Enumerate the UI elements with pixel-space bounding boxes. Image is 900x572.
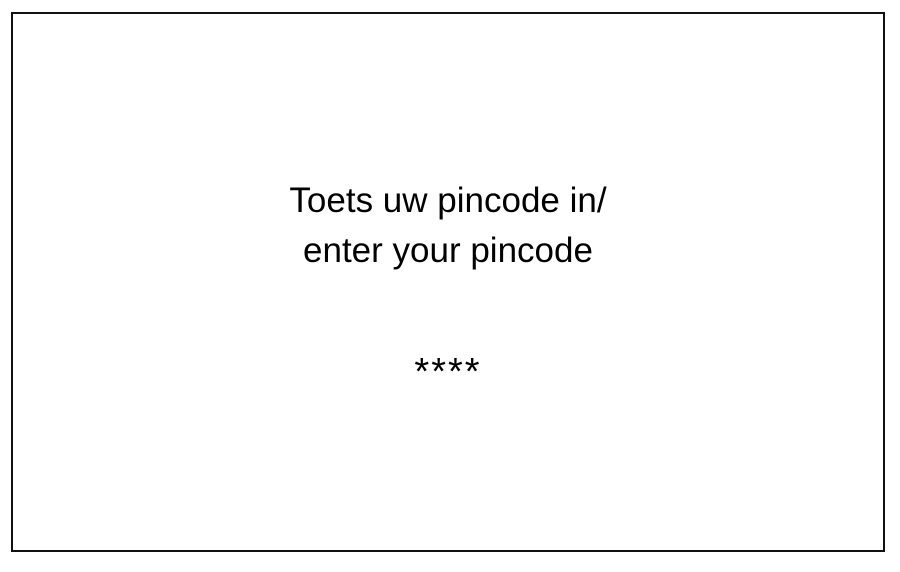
pin-entry-screen: Toets uw pincode in/ enter your pincode … <box>11 12 885 552</box>
pin-prompt-line-english: enter your pincode <box>303 231 593 270</box>
pin-prompt-line-dutch: Toets uw pincode in/ <box>289 181 607 220</box>
pin-prompt: Toets uw pincode in/ enter your pincode <box>13 176 883 276</box>
masked-pin-display: **** <box>414 351 482 393</box>
